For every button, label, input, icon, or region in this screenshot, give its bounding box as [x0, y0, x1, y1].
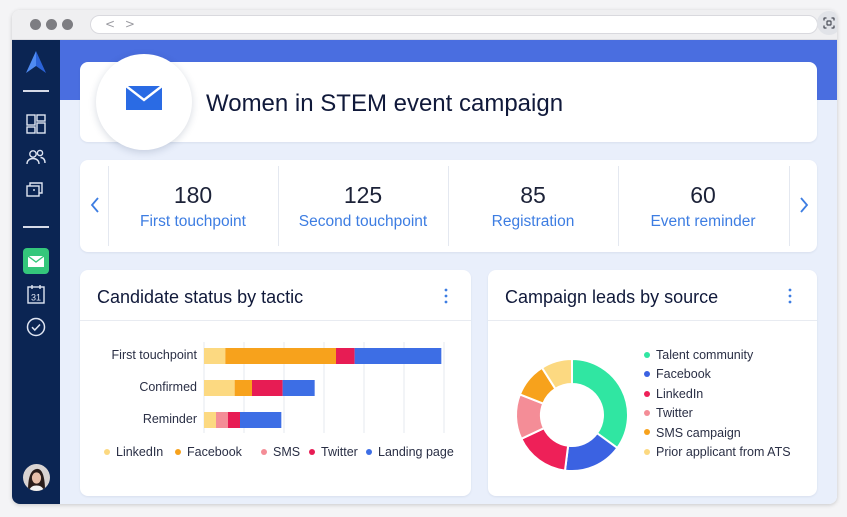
legend-item-talent-community[interactable]: Talent community	[644, 348, 753, 362]
source-chart-card: Campaign leads by source Talent communit…	[488, 270, 817, 496]
stat-first-touchpoint[interactable]: 180 First touchpoint	[108, 160, 278, 252]
legend-item-linkedin[interactable]: LinkedIn	[104, 445, 163, 459]
legend-dot	[644, 409, 650, 416]
chevron-left-icon[interactable]	[86, 190, 106, 220]
stat-label: Registration	[491, 213, 575, 230]
tactic-bar-chart	[203, 342, 445, 433]
legend-label: Facebook	[656, 367, 711, 382]
bar-confirmed-twitter[interactable]	[252, 380, 283, 396]
avatar[interactable]	[23, 464, 50, 491]
legend-dot	[644, 448, 650, 455]
legend-dot	[175, 448, 181, 455]
briefcase-icon[interactable]	[25, 178, 47, 200]
stat-value: 60	[690, 182, 716, 208]
stat-value: 180	[173, 182, 213, 208]
campaign-header-card: Women in STEM event campaign	[80, 54, 817, 150]
legend-item-facebook[interactable]: Facebook	[644, 367, 711, 381]
calendar-day: 31	[31, 293, 41, 303]
stat-value: 125	[343, 182, 383, 208]
bar-reminder-landing-page[interactable]	[240, 412, 282, 428]
page-title: Women in STEM event campaign	[206, 90, 564, 117]
legend-item-twitter[interactable]: Twitter	[309, 445, 358, 459]
legend-label: LinkedIn	[116, 445, 164, 459]
stat-value: 85	[520, 182, 546, 208]
legend-label: Prior applicant from ATS	[656, 445, 791, 459]
legend-dot	[644, 390, 650, 397]
stat-label: First touchpoint	[140, 213, 246, 230]
legend-dot	[644, 429, 650, 436]
legend-dot	[261, 448, 267, 455]
campaign-envelope-badge	[96, 54, 192, 150]
legend-item-facebook[interactable]: Facebook	[175, 445, 242, 459]
legend-label: Landing page	[378, 445, 454, 459]
legend-label: Twitter	[656, 406, 693, 421]
stat-label: Second touchpoint	[298, 213, 428, 230]
legend-label: SMS	[273, 445, 301, 459]
legend-label: Facebook	[187, 445, 242, 459]
browser-window: < > 31 Women in STEM event campaign 180 …	[12, 10, 837, 504]
stat-second-touchpoint[interactable]: 125 Second touchpoint	[278, 160, 448, 252]
stat-event-reminder[interactable]: 60 Event reminder	[618, 160, 788, 252]
legend-label: LinkedIn	[656, 386, 704, 401]
sidebar: 31	[12, 40, 60, 504]
window-close-dot[interactable]	[30, 19, 41, 30]
check-circle-icon[interactable]	[25, 316, 47, 338]
nav-arrows[interactable]: < >	[105, 17, 138, 31]
legend-dot	[309, 448, 315, 455]
envelope-icon[interactable]	[23, 248, 49, 274]
bar-first-touchpoint-linkedin[interactable]	[204, 348, 226, 364]
address-bar[interactable]: < >	[90, 15, 818, 34]
sidebar-divider	[23, 226, 49, 228]
legend-label: Twitter	[321, 445, 358, 459]
legend-dot	[104, 448, 110, 455]
window-maximize-dot[interactable]	[62, 19, 73, 30]
envelope-icon	[125, 85, 163, 110]
bar-confirmed-linkedin[interactable]	[204, 380, 235, 396]
legend-label: SMS campaign	[656, 425, 741, 440]
bar-reminder-linkedin[interactable]	[204, 412, 216, 428]
stat-divider	[789, 166, 790, 246]
bar-first-touchpoint-twitter[interactable]	[336, 348, 355, 364]
bar-confirmed-facebook[interactable]	[234, 380, 252, 396]
dashboard-icon[interactable]	[25, 113, 47, 135]
bar-reminder-twitter[interactable]	[228, 412, 240, 428]
legend-dot	[366, 448, 372, 455]
stat-registration[interactable]: 85 Registration	[448, 160, 618, 252]
legend-label: Talent community	[656, 348, 754, 362]
bar-reminder-sms[interactable]	[216, 412, 228, 428]
logo-icon[interactable]	[25, 50, 47, 73]
calendar-icon[interactable]: 31	[25, 283, 47, 305]
legend-item-sms-campaign[interactable]: SMS campaign	[644, 426, 741, 440]
scan-icon[interactable]	[817, 11, 837, 35]
main-content: Women in STEM event campaign 180 First t…	[60, 40, 837, 504]
sidebar-divider	[23, 90, 49, 92]
people-icon[interactable]	[25, 146, 47, 168]
legend-item-sms[interactable]: SMS	[261, 445, 300, 459]
funnel-stats-card: 180 First touchpoint 125 Second touchpoi…	[80, 160, 817, 252]
legend-item-twitter[interactable]: Twitter	[644, 406, 693, 420]
legend-item-prior-applicant-from-ats[interactable]: Prior applicant from ATS	[644, 445, 791, 459]
bar-first-touchpoint-landing-page[interactable]	[354, 348, 442, 364]
stat-label: Event reminder	[650, 213, 756, 230]
browser-toolbar: < >	[12, 10, 837, 40]
legend-dot	[644, 351, 650, 358]
legend-item-linkedin[interactable]: LinkedIn	[644, 387, 703, 401]
bar-first-touchpoint-facebook[interactable]	[225, 348, 336, 364]
bar-confirmed-landing-page[interactable]	[282, 380, 315, 396]
legend-item-landing-page[interactable]: Landing page	[366, 445, 454, 459]
source-donut-chart	[515, 357, 629, 472]
tactic-chart-card: Candidate status by tactic First touchpo…	[80, 270, 471, 496]
window-minimize-dot[interactable]	[46, 19, 57, 30]
chevron-right-icon[interactable]	[793, 190, 813, 220]
legend-dot	[644, 371, 650, 378]
